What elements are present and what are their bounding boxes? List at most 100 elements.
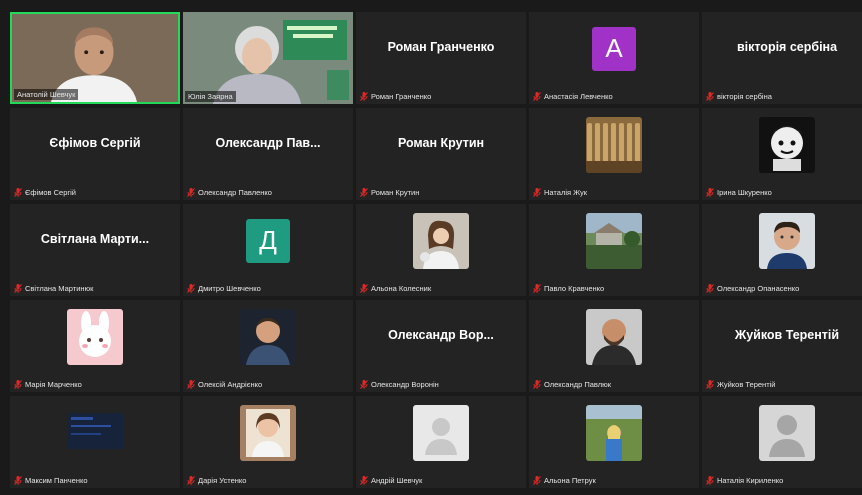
participant-name-label: Наталія Кириленко (706, 476, 862, 485)
participant-tile[interactable]: Олександр Пав... Олександр Павленко (183, 108, 353, 200)
participant-name-text: Юлія Заярна (188, 92, 233, 101)
participant-name-label: Павло Кравченко (533, 284, 695, 293)
participant-tile[interactable]: Роман Гранченко Роман Гранченко (356, 12, 526, 104)
muted-microphone-icon (187, 380, 195, 389)
participant-tile[interactable]: Юлія Заярна (183, 12, 353, 104)
participant-tile[interactable]: Максим Панченко (10, 396, 180, 488)
participant-name-label: Жуйков Терентій (706, 380, 862, 389)
participant-display-name: Світлана Марти... (40, 231, 150, 246)
participant-name-label: Наталія Жук (533, 188, 695, 197)
participant-tile[interactable]: Андрій Шевчук (356, 396, 526, 488)
participant-name-label: Дарія Устенко (187, 476, 349, 485)
participant-tile[interactable]: Марія Марченко (10, 300, 180, 392)
muted-microphone-icon (14, 476, 22, 485)
participant-name-label: Марія Марченко (14, 380, 176, 389)
participant-name-text: Олександр Павленко (198, 188, 272, 197)
participant-tile[interactable]: Ірина Шкуренко (702, 108, 862, 200)
participant-name-text: Павло Кравченко (544, 284, 605, 293)
participant-tile[interactable]: Альона Петрук (529, 396, 699, 488)
participant-name-text: Дмитро Шевченко (198, 284, 261, 293)
participant-name-text: Олександр Павлюк (544, 380, 612, 389)
muted-microphone-icon (187, 188, 195, 197)
avatar-photo (586, 212, 642, 269)
participant-name-text: Альона Колесник (371, 284, 432, 293)
participant-name-label: Анатолій Шевчук (14, 89, 79, 100)
participant-tile[interactable]: Жуйков Терентій Жуйков Терентій (702, 300, 862, 392)
muted-microphone-icon (14, 284, 22, 293)
muted-microphone-icon (14, 188, 22, 197)
participant-name-label: Світлана Мартинюк (14, 284, 176, 293)
participant-tile[interactable]: Павло Кравченко (529, 204, 699, 296)
participant-name-label: Дмитро Шевченко (187, 284, 349, 293)
participant-tile[interactable]: Дарія Устенко (183, 396, 353, 488)
muted-microphone-icon (533, 188, 541, 197)
avatar-photo (67, 308, 123, 365)
participant-name-label: Максим Панченко (14, 476, 176, 485)
participant-tile[interactable]: Олександр Опанасенко (702, 204, 862, 296)
participant-name-text: Андрій Шевчук (371, 476, 423, 485)
muted-microphone-icon (360, 188, 368, 197)
avatar-photo (413, 404, 469, 461)
participant-name-label: Олександр Павленко (187, 188, 349, 197)
participant-name-label: Ірина Шкуренко (706, 188, 862, 197)
participant-name-text: Альона Петрук (544, 476, 596, 485)
participant-tile[interactable]: Олексій Андрієнко (183, 300, 353, 392)
avatar-photo (413, 212, 469, 269)
muted-microphone-icon (360, 284, 368, 293)
muted-microphone-icon (187, 476, 195, 485)
muted-microphone-icon (533, 92, 541, 101)
participant-name-label: Юлія Заярна (185, 91, 236, 102)
participant-tile[interactable]: Олександр Вор... Олександр Воронін (356, 300, 526, 392)
participant-display-name: Жуйков Терентій (734, 327, 840, 342)
muted-microphone-icon (706, 284, 714, 293)
participant-tile[interactable]: Єфімов Сергій Єфімов Сергій (10, 108, 180, 200)
participant-name-label: Олександр Павлюк (533, 380, 695, 389)
muted-microphone-icon (533, 476, 541, 485)
participant-name-label: Альона Колесник (360, 284, 522, 293)
participant-name-label: Андрій Шевчук (360, 476, 522, 485)
participant-name-text: Олександр Опанасенко (717, 284, 800, 293)
participant-name-text: Наталія Кириленко (717, 476, 784, 485)
participant-tile[interactable]: Альона Колесник (356, 204, 526, 296)
participant-tile[interactable]: Світлана Марти... Світлана Мартинюк (10, 204, 180, 296)
participant-name-label: Єфімов Сергій (14, 188, 176, 197)
participant-display-name: Роман Гранченко (387, 39, 495, 54)
muted-microphone-icon (533, 284, 541, 293)
participant-name-label: Альона Петрук (533, 476, 695, 485)
participant-name-text: Анастасія Левченко (544, 92, 613, 101)
participant-tile[interactable]: Наталія Кириленко (702, 396, 862, 488)
muted-microphone-icon (533, 380, 541, 389)
participant-tile[interactable]: Олександр Павлюк (529, 300, 699, 392)
participant-name-text: Анатолій Шевчук (17, 90, 76, 99)
participant-name-label: Анастасія Левченко (533, 92, 695, 101)
avatar-photo (759, 404, 815, 461)
participant-tile[interactable]: Д Дмитро Шевченко (183, 204, 353, 296)
avatar-photo (240, 308, 296, 365)
participant-tile[interactable]: A Анастасія Левченко (529, 12, 699, 104)
gallery-view: Анатолій Шевчук Юлія Заярна Роман Гранченк… (0, 0, 862, 495)
participant-display-name: Єфімов Сергій (49, 135, 141, 150)
avatar-photo (67, 404, 123, 461)
participant-tile[interactable]: Роман Крутин Роман Крутин (356, 108, 526, 200)
avatar-photo (586, 116, 642, 173)
participant-tile[interactable]: Наталія Жук (529, 108, 699, 200)
participant-name-text: Жуйков Терентій (717, 380, 776, 389)
muted-microphone-icon (360, 476, 368, 485)
participant-name-label: Роман Крутин (360, 188, 522, 197)
participant-name-text: Роман Крутин (371, 188, 420, 197)
muted-microphone-icon (706, 476, 714, 485)
participant-display-name: Роман Крутин (397, 135, 485, 150)
participant-name-text: Дарія Устенко (198, 476, 247, 485)
avatar-photo (586, 308, 642, 365)
participant-display-name: Олександр Пав... (215, 135, 321, 150)
avatar-photo (759, 212, 815, 269)
participant-tile[interactable]: Анатолій Шевчук (10, 12, 180, 104)
participant-name-label: Олександр Воронін (360, 380, 522, 389)
muted-microphone-icon (360, 380, 368, 389)
participant-name-text: Світлана Мартинюк (25, 284, 94, 293)
participant-name-text: Марія Марченко (25, 380, 82, 389)
muted-microphone-icon (360, 92, 368, 101)
muted-microphone-icon (187, 284, 195, 293)
participant-tile[interactable]: вікторія сербіна вікторія сербіна (702, 12, 862, 104)
participant-name-text: Єфімов Сергій (25, 188, 76, 197)
